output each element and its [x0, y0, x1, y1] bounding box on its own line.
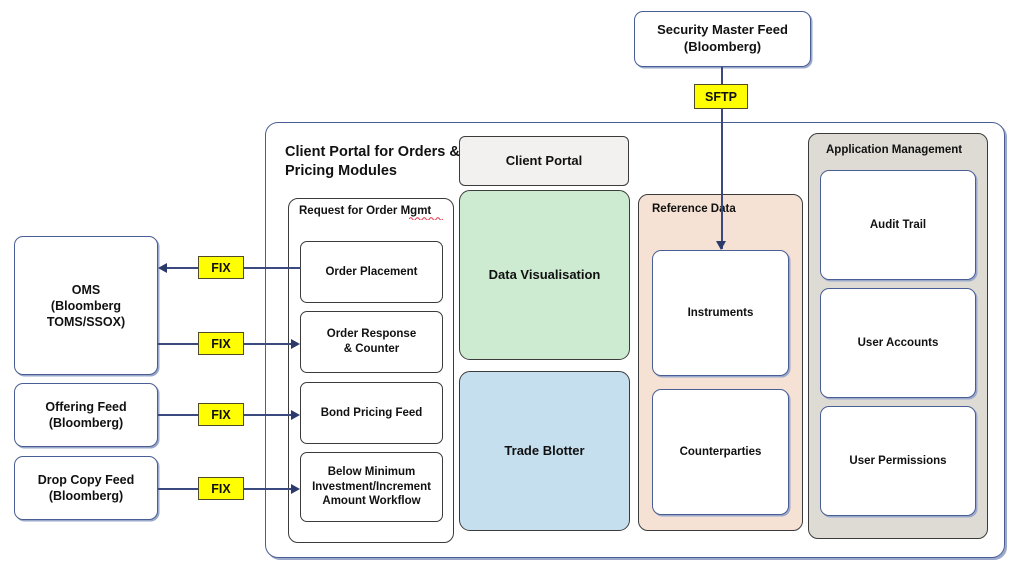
external-system-drop-copy-feed[interactable]: Drop Copy Feed (Bloomberg) — [14, 456, 158, 520]
connector-fix3-left-segment — [158, 414, 200, 416]
connector-fix4-left-segment — [158, 488, 200, 490]
user-permissions-label: User Permissions — [849, 454, 947, 467]
order-response-label: Order Response & Counter — [326, 328, 417, 355]
tile-trade-blotter[interactable]: Trade Blotter — [459, 371, 630, 531]
fix-4-label: FIX — [211, 481, 231, 496]
trade-blotter-label: Trade Blotter — [504, 442, 585, 458]
fix-2-label: FIX — [211, 336, 231, 351]
tile-client-portal[interactable]: Client Portal — [459, 136, 629, 186]
protocol-chip-fix-order-placement[interactable]: FIX — [198, 256, 244, 279]
oms-label: OMS (Bloomberg TOMS/SSOX) — [46, 282, 126, 329]
offering-feed-label: Offering Feed (Bloomberg) — [45, 400, 127, 430]
client-portal-label: Client Portal — [505, 152, 583, 168]
module-order-placement[interactable]: Order Placement — [300, 241, 443, 303]
arrowhead-fix4-to-below-minimum — [291, 484, 300, 494]
module-user-permissions[interactable]: User Permissions — [820, 406, 976, 516]
below-minimum-workflow-label: Below Minimum Investment/Increment Amount … — [312, 465, 431, 508]
external-system-security-master-feed[interactable]: Security Master Feed (Bloomberg) — [634, 11, 811, 67]
module-order-response-and-counter[interactable]: Order Response & Counter — [300, 311, 443, 373]
module-below-minimum-investment-workflow[interactable]: Below Minimum Investment/Increment Amount … — [300, 452, 443, 522]
module-audit-trail[interactable]: Audit Trail — [820, 170, 976, 280]
panel-title-reference-data: Reference Data — [652, 203, 736, 215]
page-title: Client Portal for Orders & Pricing Modul… — [285, 144, 460, 180]
security-master-feed-label: Security Master Feed (Bloomberg) — [657, 22, 788, 54]
arrowhead-fix2-to-order-response — [291, 339, 300, 349]
module-bond-pricing-feed[interactable]: Bond Pricing Feed — [300, 382, 443, 444]
instruments-label: Instruments — [687, 306, 754, 319]
spellcheck-squiggle-icon — [409, 217, 443, 220]
fix-1-label: FIX — [211, 260, 231, 275]
counterparties-label: Counterparties — [679, 445, 762, 458]
panel-title-application-management: Application Management — [826, 144, 963, 156]
connector-fix3-right-segment — [243, 414, 293, 416]
protocol-chip-sftp[interactable]: SFTP — [694, 84, 748, 109]
protocol-chip-fix-drop-copy-feed[interactable]: FIX — [198, 477, 244, 500]
module-instruments[interactable]: Instruments — [652, 250, 789, 376]
external-system-offering-feed[interactable]: Offering Feed (Bloomberg) — [14, 383, 158, 447]
module-user-accounts[interactable]: User Accounts — [820, 288, 976, 398]
arrowhead-sftp-to-instruments — [716, 241, 726, 250]
protocol-chip-fix-offering-feed[interactable]: FIX — [198, 403, 244, 426]
arrowhead-fix1-to-oms — [158, 263, 167, 273]
architecture-diagram: Security Master Feed (Bloomberg) SFTP Cli… — [0, 0, 1024, 569]
data-visualisation-label: Data Visualisation — [488, 266, 601, 282]
bond-pricing-feed-label: Bond Pricing Feed — [320, 406, 423, 419]
connector-sftp-to-instruments — [721, 109, 723, 249]
connector-fix2-left-segment — [158, 343, 200, 345]
fix-3-label: FIX — [211, 407, 231, 422]
external-system-oms[interactable]: OMS (Bloomberg TOMS/SSOX) — [14, 236, 158, 375]
sftp-label: SFTP — [705, 89, 737, 104]
drop-copy-feed-label: Drop Copy Feed (Bloomberg) — [37, 473, 135, 503]
arrowhead-fix3-to-bond-pricing — [291, 410, 300, 420]
connector-fix4-right-segment — [243, 488, 293, 490]
order-placement-label: Order Placement — [325, 265, 418, 278]
tile-data-visualisation[interactable]: Data Visualisation — [459, 190, 630, 360]
module-counterparties[interactable]: Counterparties — [652, 389, 789, 515]
connector-fix2-right-segment — [243, 343, 293, 345]
audit-trail-label: Audit Trail — [869, 218, 927, 231]
user-accounts-label: User Accounts — [857, 336, 939, 349]
connector-fix1-left-segment — [166, 267, 200, 269]
protocol-chip-fix-order-response[interactable]: FIX — [198, 332, 244, 355]
connector-fix1-right-segment — [243, 267, 301, 269]
